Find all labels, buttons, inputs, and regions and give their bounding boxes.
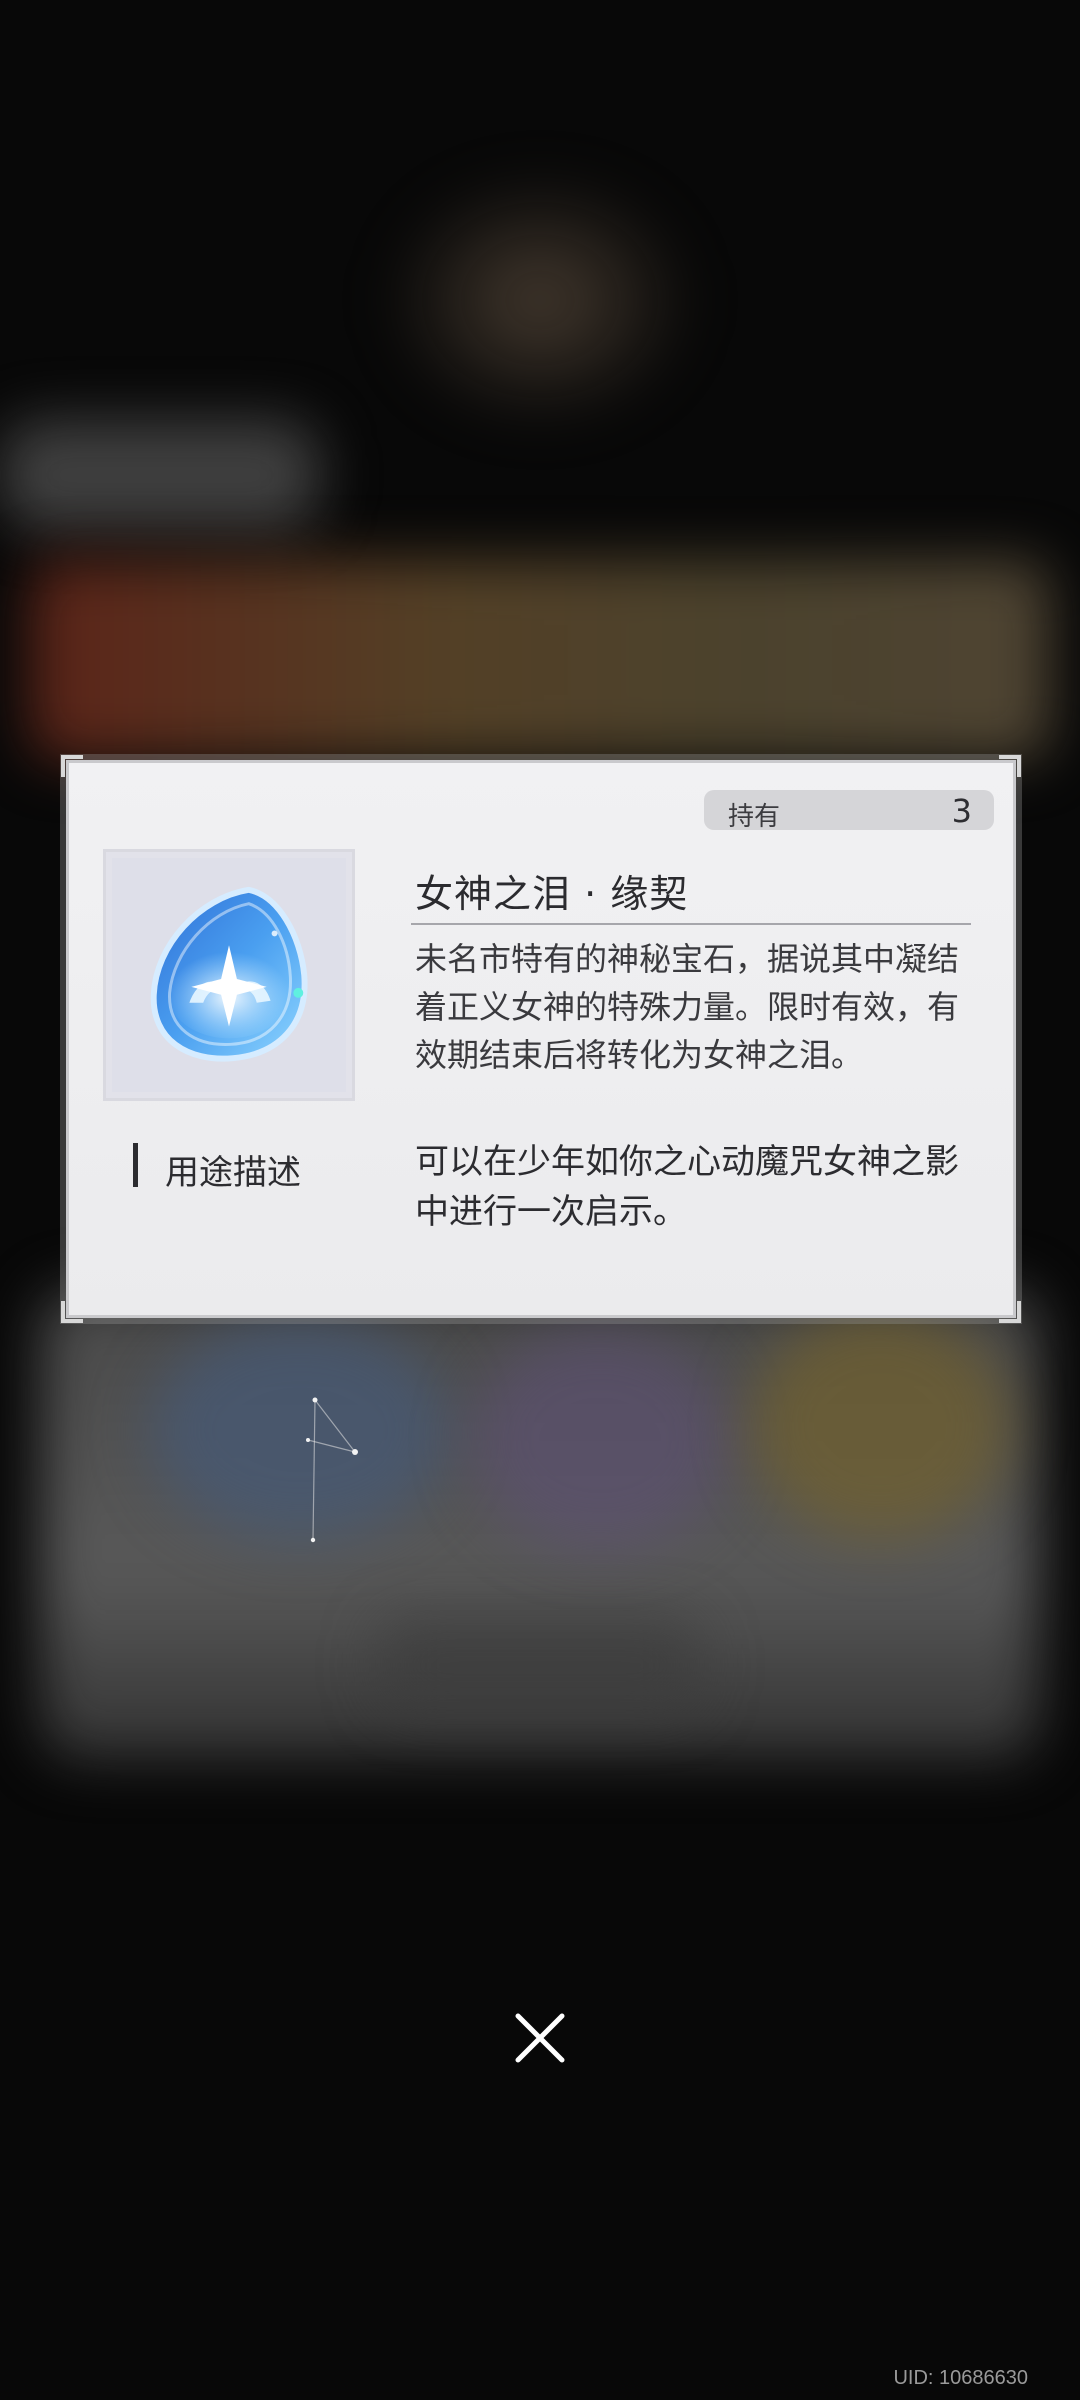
owned-label: 持有 [728,802,781,832]
item-name: 女神之泪 · 缘契 [415,872,689,916]
background-card-purple [470,1330,730,1550]
usage-description: 可以在少年如你之心动魔咒女神之影中进行一次启示。 [415,1142,959,1232]
usage-label: 用途描述 [165,1153,301,1193]
background-pill [0,420,320,530]
owned-count: 3 [951,792,972,830]
corner-ornament [999,1301,1021,1323]
corner-ornament [61,1301,83,1323]
item-detail-dialog: 持有 3 女神之泪 · 缘契 未名市特有的神秘宝石，据说其中凝结着正义女神的特殊… [61,755,1021,1323]
screen: 持有 3 女神之泪 · 缘契 未名市特有的神秘宝石，据说其中凝结着正义女神的特殊… [0,0,1080,2400]
background-banner [30,560,1050,760]
owned-count-badge: 持有 3 [704,790,994,832]
item-icon-frame [103,849,355,1101]
background-glow [380,170,700,430]
blue-tear-gem-icon [150,886,308,1062]
constellation-decoration [306,1397,358,1543]
divider [411,923,971,925]
usage-label-marker [133,1143,138,1187]
background-bar [380,1620,700,1710]
background-card-gold [750,1310,1010,1540]
item-description[interactable]: 未名市特有的神秘宝石，据说其中凝结着正义女神的特殊力量。限时有效，有效期结束后将… [415,935,975,1103]
uid-label: UID: 10686630 [893,2367,1028,2389]
corner-ornament [999,755,1021,777]
close-icon[interactable] [510,2008,570,2068]
corner-ornament [61,755,83,777]
